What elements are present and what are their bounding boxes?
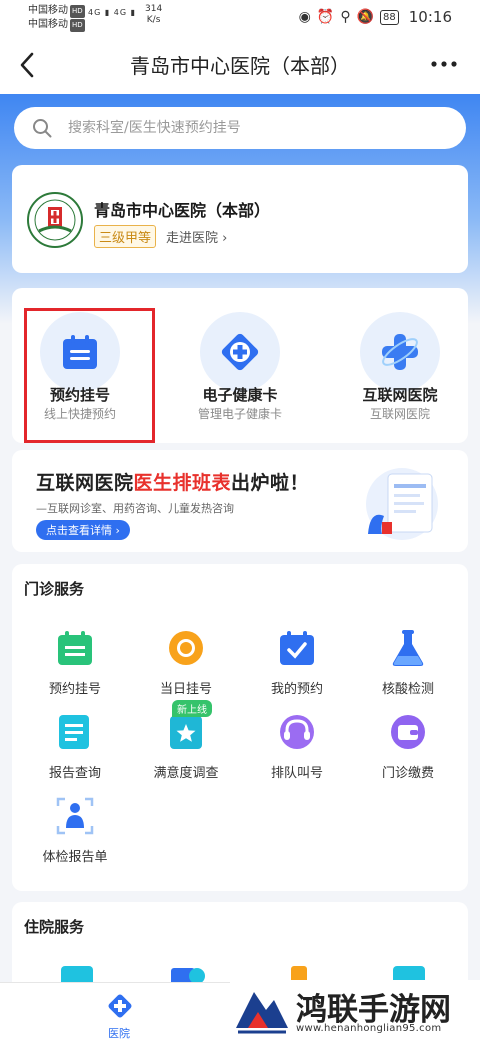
service-label: 预约挂号 — [48, 682, 101, 697]
banner-title: 互联网医院医生排班表出炉啦！ — [36, 472, 310, 494]
tab-hospital[interactable]: 医院 — [0, 983, 238, 1040]
service-nucleic-test[interactable]: 核酸检测 — [353, 628, 463, 708]
search-input[interactable] — [68, 107, 448, 149]
service-physical-exam-report[interactable]: 体检报告单 — [20, 796, 130, 876]
quick-entry-label: 互联网医院 — [362, 386, 438, 404]
report-icon — [59, 715, 89, 749]
headset-icon — [280, 715, 314, 749]
service-label: 核酸检测 — [381, 682, 434, 697]
service-label: 报告查询 — [48, 766, 101, 781]
title-bar: 青岛市中心医院（本部） — [0, 36, 480, 94]
internet-hospital-icon — [360, 312, 440, 392]
bottom-tab-bar: 医院 — [0, 982, 238, 1040]
inpatient-icon-2 — [171, 968, 205, 984]
search-icon — [33, 119, 52, 138]
network-indicator: 4G ▮ 4G ▮ — [88, 8, 137, 17]
hospital-grade-badge: 三级甲等 — [94, 225, 157, 248]
banner-details-button[interactable]: 点击查看详情 › — [36, 520, 130, 540]
carrier-1: 中国移动 HD — [28, 5, 85, 18]
body-scan-icon — [56, 797, 94, 835]
flask-icon — [392, 630, 424, 666]
service-outpatient-payment[interactable]: 门诊缴费 — [353, 712, 463, 792]
battery-indicator: 88 — [380, 9, 399, 25]
service-label: 体检报告单 — [42, 850, 108, 865]
health-card-icon — [200, 312, 280, 392]
watermark: 鸿联手游网 www.henanhonglian95.com — [230, 980, 480, 1040]
hospital-card[interactable]: 青岛市中心医院（本部） 三级甲等 走进医院 › — [12, 165, 468, 273]
outpatient-services-section: 门诊服务 预约挂号 当日挂号 我的预约 核酸检测 报告查询 满意度调查 排队叫号… — [12, 564, 468, 891]
new-badge: 新上线 — [172, 700, 212, 717]
section-title: 门诊服务 — [24, 580, 85, 598]
location-icon: ⚲ — [340, 9, 351, 25]
service-satisfaction-survey[interactable]: 满意度调查 — [131, 712, 241, 792]
service-label: 门诊缴费 — [381, 766, 434, 781]
hospital-logo — [27, 192, 83, 248]
quick-entry-label: 电子健康卡 — [202, 386, 278, 404]
section-title: 住院服务 — [24, 918, 85, 936]
watermark-logo — [236, 992, 288, 1034]
service-report-query[interactable]: 报告查询 — [20, 712, 130, 792]
network-speed: 314 K/s — [145, 4, 163, 25]
status-icons: ◉ ⏰ ⚲ 🔕 88 10:16 — [299, 8, 452, 26]
star-note-icon — [170, 716, 202, 749]
service-label: 当日挂号 — [159, 682, 212, 697]
promo-banner[interactable]: 互联网医院医生排班表出炉啦！ —互联网诊室、用药咨询、儿童发热咨询 点击查看详情… — [12, 450, 468, 552]
service-my-appointments[interactable]: 我的预约 — [242, 628, 352, 708]
service-same-day[interactable]: 当日挂号 — [131, 628, 241, 708]
check-calendar-icon — [280, 631, 314, 665]
calendar-icon — [58, 631, 92, 665]
sun-icon — [169, 631, 203, 665]
enter-hospital-link[interactable]: 走进医院 › — [166, 227, 227, 246]
quick-entry-sub: 管理电子健康卡 — [197, 407, 282, 421]
mute-icon: 🔕 — [356, 9, 375, 25]
service-queue-call[interactable]: 排队叫号 — [242, 712, 352, 792]
search-bar[interactable] — [14, 107, 466, 149]
hospital-name: 青岛市中心医院（本部） — [94, 201, 271, 220]
service-label: 满意度调查 — [153, 766, 219, 781]
inpatient-icon-1 — [61, 966, 93, 984]
banner-subtitle: —互联网诊室、用药咨询、儿童发热咨询 — [36, 502, 234, 515]
alarm-icon: ⏰ — [316, 9, 335, 25]
more-dots-icon — [431, 61, 457, 67]
status-bar: 中国移动 HD 中国移动 HD 4G ▮ 4G ▮ 314 K/s ◉ ⏰ ⚲ 🔕 8… — [0, 0, 480, 36]
service-appointment[interactable]: 预约挂号 — [20, 628, 130, 708]
highlight-box — [24, 308, 155, 443]
carrier-2: 中国移动 HD — [28, 19, 85, 32]
hospital-cross-icon — [108, 994, 132, 1018]
service-label: 我的预约 — [270, 682, 323, 697]
quick-entry-health-card[interactable]: 电子健康卡 管理电子健康卡 — [175, 288, 305, 443]
eye-icon: ◉ — [298, 9, 311, 25]
quick-entry-sub: 互联网医院 — [369, 407, 430, 421]
more-menu-button[interactable] — [430, 56, 458, 70]
page-title: 青岛市中心医院（本部） — [130, 54, 350, 78]
service-label: 排队叫号 — [270, 766, 323, 781]
schedule-illustration — [366, 468, 438, 540]
watermark-url: www.henanhonglian95.com — [296, 1023, 442, 1034]
quick-entry-internet-hospital[interactable]: 互联网医院 互联网医院 — [335, 288, 465, 443]
wallet-icon — [391, 715, 425, 749]
tab-label: 医院 — [108, 1027, 130, 1040]
clock: 10:16 — [408, 8, 452, 26]
